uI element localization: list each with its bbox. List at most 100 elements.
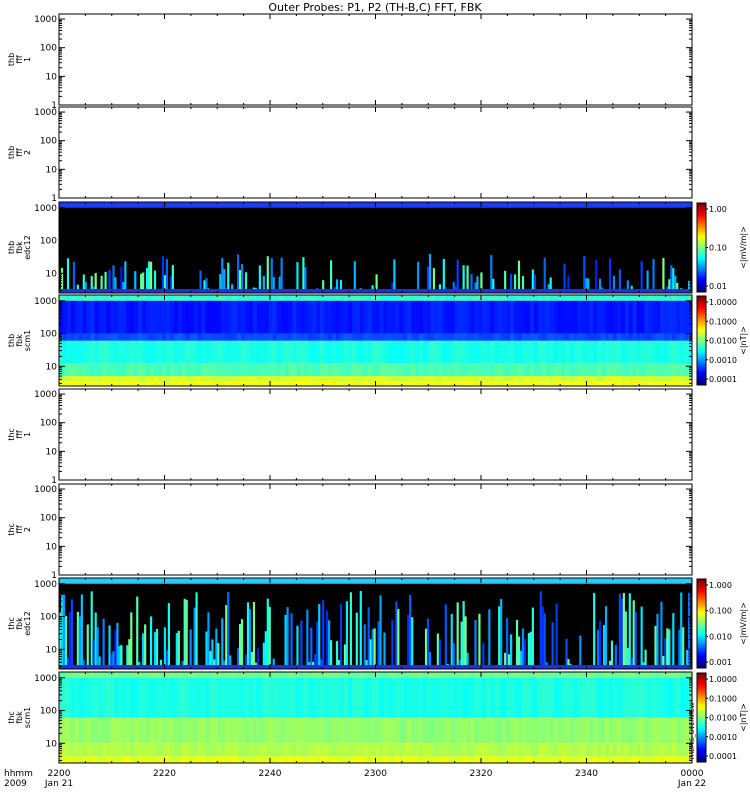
spectrogram-cell bbox=[510, 717, 515, 744]
spectrogram-cell bbox=[268, 300, 273, 334]
spectrogram-cell bbox=[510, 300, 515, 334]
spectrogram-cell bbox=[90, 333, 95, 341]
spectrogram-cell bbox=[74, 295, 80, 301]
spectrogram-cell bbox=[545, 333, 550, 341]
spectrogram-streak bbox=[268, 606, 271, 669]
spectrogram-cell bbox=[585, 333, 590, 341]
spectrogram-cell bbox=[672, 743, 677, 757]
spectrogram-streak bbox=[652, 259, 655, 293]
spectrogram-cell bbox=[379, 743, 384, 757]
spectrogram-cell bbox=[233, 677, 238, 718]
spectrogram-cell bbox=[244, 340, 250, 364]
spectrogram-cell bbox=[146, 672, 151, 678]
spectrogram-cell bbox=[577, 756, 582, 763]
spectrogram-cell bbox=[628, 363, 633, 377]
spectrogram-cell bbox=[252, 295, 258, 301]
spectrogram-cell bbox=[347, 333, 353, 341]
spectrogram-cell bbox=[628, 717, 633, 744]
spectrogram-cell bbox=[110, 677, 115, 718]
spectrogram-cell bbox=[367, 756, 372, 763]
spectrogram-cell bbox=[78, 381, 84, 386]
spectrogram-cell bbox=[604, 295, 610, 301]
spectrogram-cell bbox=[553, 295, 558, 301]
spectrogram-cell bbox=[157, 363, 163, 377]
spectrogram-streak bbox=[583, 255, 586, 293]
spectrogram-cell bbox=[620, 363, 626, 377]
spectrogram-cell bbox=[478, 363, 483, 377]
spectrogram-cell bbox=[676, 743, 681, 757]
spectrogram-cell bbox=[102, 672, 107, 678]
spectrogram-cell bbox=[268, 363, 273, 377]
spectrogram-cell bbox=[660, 717, 665, 744]
spectrogram-cell bbox=[331, 340, 337, 364]
spectrogram-streak bbox=[302, 257, 305, 293]
spectrogram-cell bbox=[316, 743, 321, 757]
spectrogram-cell bbox=[438, 677, 444, 718]
spectrogram-cell bbox=[130, 381, 135, 386]
spectrogram-cell bbox=[458, 756, 463, 763]
spectrogram-cell bbox=[244, 333, 250, 341]
spectrogram-streak bbox=[424, 628, 428, 669]
spectrogram-streak bbox=[521, 628, 525, 669]
spectrogram-streak bbox=[252, 601, 256, 669]
spectrogram-cell bbox=[157, 717, 163, 744]
spectrogram-cell bbox=[454, 363, 459, 377]
spectrogram-cell bbox=[149, 363, 155, 377]
spectrogram-cell bbox=[185, 672, 190, 678]
spectrogram-cell bbox=[355, 717, 360, 744]
spectrogram-cell bbox=[213, 743, 218, 757]
spectrogram-streak bbox=[531, 607, 534, 669]
spectrogram-cell bbox=[153, 363, 159, 377]
spectrogram-cell bbox=[272, 743, 277, 757]
y-axis-label: thb fff 1 bbox=[7, 53, 32, 66]
spectrogram-cell bbox=[399, 677, 404, 718]
spectrogram-cell bbox=[672, 756, 677, 763]
spectrogram-cell bbox=[490, 300, 495, 334]
spectrogram-cell bbox=[142, 677, 147, 718]
spectrogram-cell bbox=[70, 677, 76, 718]
spectrogram-cell bbox=[161, 381, 167, 386]
spectrogram-cell bbox=[134, 333, 139, 341]
spectrogram-cell bbox=[426, 677, 432, 718]
spectrogram-cell bbox=[272, 363, 277, 377]
spectrogram-cell bbox=[347, 743, 353, 757]
spectrogram-cell bbox=[98, 376, 103, 382]
spectrogram-cell bbox=[545, 300, 550, 334]
spectrogram-cell bbox=[312, 717, 317, 744]
time-tick-label: 2340 bbox=[575, 769, 598, 779]
spectrogram-cell bbox=[684, 300, 689, 334]
spectrogram-streak bbox=[517, 260, 521, 293]
spectrogram-cell bbox=[478, 743, 483, 757]
spectrogram-cell bbox=[240, 376, 246, 382]
spectrogram-cell bbox=[517, 340, 523, 364]
spectrogram-cell bbox=[454, 381, 459, 386]
spectrogram-cell bbox=[593, 340, 598, 364]
spectrogram-cell bbox=[581, 677, 586, 718]
spectrogram-cell bbox=[383, 381, 388, 386]
spectrogram-cell bbox=[608, 300, 614, 334]
spectrogram-streak bbox=[94, 612, 97, 669]
spectrogram-cell bbox=[146, 340, 151, 364]
spectrogram-cell bbox=[324, 756, 329, 763]
spectrogram-cell bbox=[395, 381, 400, 386]
spectrogram-cell bbox=[272, 677, 277, 718]
spectrogram-cell bbox=[490, 756, 495, 763]
spectrogram-cell bbox=[616, 295, 622, 301]
spectrogram-cell bbox=[320, 333, 325, 341]
spectrogram-cell bbox=[371, 677, 376, 718]
spectrogram-cell bbox=[466, 333, 471, 341]
spectrogram-cell bbox=[98, 756, 103, 763]
spectrogram-cell bbox=[624, 340, 629, 364]
spectrogram-cell bbox=[648, 363, 653, 377]
y-tick-label: 10 bbox=[46, 542, 58, 552]
watermark: THEMIS_OVERVIEW bbox=[689, 702, 696, 761]
spectrogram-cell bbox=[620, 333, 626, 341]
spectrogram-cell bbox=[395, 340, 400, 364]
spectrogram-cell bbox=[403, 381, 408, 386]
spectrogram-cell bbox=[272, 756, 277, 763]
spectrogram-cell bbox=[181, 677, 186, 718]
spectrogram-cell bbox=[415, 376, 420, 382]
spectrogram-cell bbox=[407, 376, 412, 382]
spectrogram-cell bbox=[149, 756, 155, 763]
spectrogram-cell bbox=[237, 672, 242, 678]
